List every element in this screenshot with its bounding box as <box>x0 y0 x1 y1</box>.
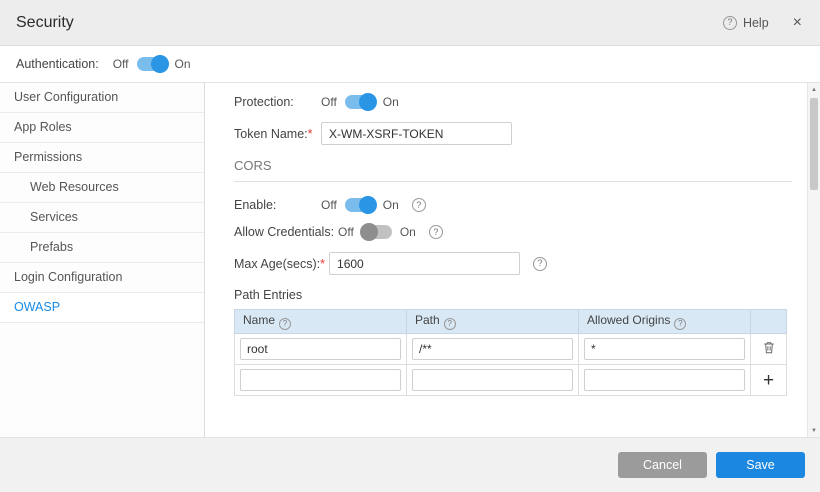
path-entries-title: Path Entries <box>234 288 792 302</box>
enable-toggle[interactable] <box>345 198 375 212</box>
token-name-input[interactable] <box>321 122 512 145</box>
max-age-label-text: Max Age(secs): <box>234 257 320 271</box>
column-header-allowed-origins: Allowed Origins? <box>579 310 751 334</box>
sidebar-item-prefabs[interactable]: Prefabs <box>0 233 204 263</box>
scroll-up-icon[interactable]: ▲ <box>808 83 820 96</box>
sidebar-item-permissions[interactable]: Permissions <box>0 143 204 173</box>
save-button[interactable]: Save <box>716 452 805 478</box>
toggle-knob <box>360 223 378 241</box>
required-asterisk: * <box>308 127 313 141</box>
sidebar-item-web-resources[interactable]: Web Resources <box>0 173 204 203</box>
help-button[interactable]: ? Help <box>723 16 769 30</box>
table-row <box>235 334 787 365</box>
sidebar-item-login-configuration[interactable]: Login Configuration <box>0 263 204 293</box>
allow-credentials-label: Allow Credentials: <box>234 225 338 239</box>
allow-credentials-off-label: Off <box>338 225 354 239</box>
column-header-path: Path? <box>407 310 579 334</box>
column-header-allowed-origins-text: Allowed Origins <box>587 313 670 327</box>
dialog-footer: Cancel Save <box>0 437 820 492</box>
dialog-header: Security ? Help × <box>0 0 820 46</box>
table-header-row: Name? Path? Allowed Origins? <box>235 310 787 334</box>
column-header-name-text: Name <box>243 313 275 327</box>
path-entries-table: Name? Path? Allowed Origins? <box>234 309 787 396</box>
required-asterisk: * <box>320 257 325 271</box>
column-header-name: Name? <box>235 310 407 334</box>
toggle-knob <box>359 93 377 111</box>
enable-help-icon[interactable]: ? <box>412 198 426 212</box>
max-age-input[interactable] <box>329 252 520 275</box>
new-path-entry-name-input[interactable] <box>240 369 401 391</box>
cors-enable-row: Enable: Off On ? <box>234 198 792 212</box>
path-entry-path-input[interactable] <box>412 338 573 360</box>
protection-label: Protection: <box>234 95 321 109</box>
max-age-row: Max Age(secs):* ? <box>234 252 792 275</box>
token-name-label-text: Token Name: <box>234 127 308 141</box>
enable-label: Enable: <box>234 198 321 212</box>
authentication-off-label: Off <box>113 57 129 71</box>
page-title: Security <box>16 14 74 32</box>
sidebar-item-owasp[interactable]: OWASP <box>0 293 204 323</box>
allow-credentials-toggle[interactable] <box>362 225 392 239</box>
protection-on-label: On <box>383 95 399 109</box>
sidebar-item-user-configuration[interactable]: User Configuration <box>0 83 204 113</box>
enable-off-label: Off <box>321 198 337 212</box>
authentication-toggle-group: Off On <box>113 57 191 71</box>
cors-section-title: CORS <box>234 158 792 173</box>
enable-on-label: On <box>383 198 399 212</box>
toggle-knob <box>359 196 377 214</box>
token-name-label: Token Name:* <box>234 127 321 141</box>
sidebar-item-app-roles[interactable]: App Roles <box>0 113 204 143</box>
trash-icon <box>762 340 776 355</box>
new-path-entry-path-input[interactable] <box>412 369 573 391</box>
protection-row: Protection: Off On <box>234 95 792 109</box>
authentication-on-label: On <box>175 57 191 71</box>
path-entry-name-input[interactable] <box>240 338 401 360</box>
column-header-actions <box>751 310 787 334</box>
allow-credentials-help-icon[interactable]: ? <box>429 225 443 239</box>
scrollbar-thumb[interactable] <box>810 98 818 190</box>
table-row-new: + <box>235 365 787 396</box>
protection-off-label: Off <box>321 95 337 109</box>
allow-credentials-toggle-group: Off On <box>338 225 416 239</box>
cancel-button[interactable]: Cancel <box>618 452 707 478</box>
vertical-scrollbar[interactable]: ▲ ▼ <box>807 83 820 437</box>
authentication-label: Authentication: <box>16 57 99 71</box>
protection-toggle-group: Off On <box>321 95 399 109</box>
max-age-label: Max Age(secs):* <box>234 257 329 271</box>
authentication-toggle[interactable] <box>137 57 167 71</box>
cors-divider <box>234 181 792 182</box>
allow-credentials-on-label: On <box>400 225 416 239</box>
name-help-icon[interactable]: ? <box>279 318 291 330</box>
help-icon: ? <box>723 16 737 30</box>
allow-credentials-row: Allow Credentials: Off On ? <box>234 225 792 239</box>
enable-toggle-group: Off On <box>321 198 399 212</box>
main-area: User Configuration App Roles Permissions… <box>0 83 820 437</box>
new-path-entry-origins-input[interactable] <box>584 369 745 391</box>
toggle-knob <box>151 55 169 73</box>
plus-icon: + <box>763 370 774 391</box>
path-entry-origins-input[interactable] <box>584 338 745 360</box>
delete-row-button[interactable] <box>751 334 787 365</box>
add-row-button[interactable]: + <box>751 365 787 396</box>
max-age-help-icon[interactable]: ? <box>533 257 547 271</box>
sidebar-item-services[interactable]: Services <box>0 203 204 233</box>
close-icon[interactable]: × <box>793 14 802 32</box>
scroll-down-icon[interactable]: ▼ <box>808 424 820 437</box>
sidebar: User Configuration App Roles Permissions… <box>0 83 205 437</box>
protection-toggle[interactable] <box>345 95 375 109</box>
path-help-icon[interactable]: ? <box>444 318 456 330</box>
allowed-origins-help-icon[interactable]: ? <box>674 318 686 330</box>
owasp-panel: Protection: Off On Token Name:* CORS Ena… <box>205 83 820 437</box>
token-name-row: Token Name:* <box>234 122 792 145</box>
help-label: Help <box>743 16 769 30</box>
authentication-bar: Authentication: Off On <box>0 46 820 83</box>
security-dialog: Security ? Help × Authentication: Off On… <box>0 0 820 492</box>
column-header-path-text: Path <box>415 313 440 327</box>
